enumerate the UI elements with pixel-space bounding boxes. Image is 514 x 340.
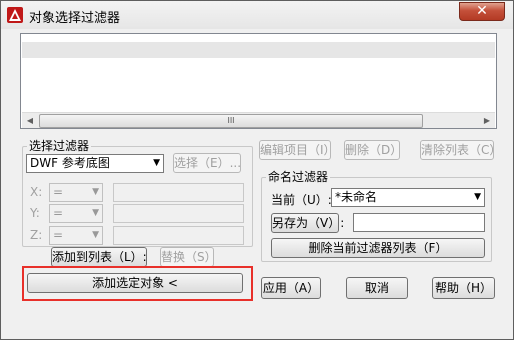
window-title: 对象选择过滤器	[29, 11, 121, 26]
y-operator-select[interactable]: = ▼	[49, 204, 103, 223]
chevron-down-icon: ▼	[92, 187, 99, 197]
x-value-field[interactable]	[113, 183, 244, 202]
close-button[interactable]: ✕	[459, 2, 505, 21]
list-item[interactable]	[22, 42, 495, 58]
chevron-down-icon: ▼	[92, 208, 99, 218]
y-label: Y:	[30, 206, 40, 220]
help-button[interactable]: 帮助（H）	[432, 277, 495, 299]
highlight-box	[22, 266, 253, 301]
y-value-field[interactable]	[113, 204, 244, 223]
filter-list[interactable]: ◀ III ▶	[20, 33, 497, 129]
delete-current-filter-list-button[interactable]: 删除当前过滤器列表（F）	[271, 238, 485, 258]
y-operator-value: =	[53, 206, 64, 220]
replace-button[interactable]: 替换（S）	[160, 247, 217, 267]
scroll-thumb[interactable]: III	[39, 114, 423, 128]
add-to-list-button[interactable]: 添加到列表（L）:	[51, 247, 147, 267]
current-filter-select[interactable]: *未命名 ▼	[331, 188, 485, 207]
object-selection-filter-dialog: 对象选择过滤器 ✕ ◀ III ▶ 选择过滤器 DWF 参考底图 ▼ 选择（E）…	[0, 0, 514, 340]
x-operator-value: =	[53, 185, 64, 199]
z-operator-select[interactable]: = ▼	[49, 226, 103, 245]
z-value-field[interactable]	[113, 226, 244, 245]
save-as-name-field[interactable]	[353, 213, 485, 232]
x-operator-select[interactable]: = ▼	[49, 183, 103, 202]
object-type-select[interactable]: DWF 参考底图 ▼	[26, 154, 164, 173]
horizontal-scrollbar[interactable]: ◀ III ▶	[22, 112, 495, 128]
chevron-down-icon: ▼	[92, 230, 99, 240]
apply-button[interactable]: 应用（A）	[261, 277, 321, 299]
chevron-down-icon: ▼	[153, 158, 160, 168]
select-filter-label: 选择过滤器	[27, 137, 92, 154]
scroll-right-icon[interactable]: ▶	[479, 113, 495, 129]
z-operator-value: =	[53, 228, 64, 242]
scroll-left-icon[interactable]: ◀	[22, 113, 38, 129]
z-label: Z:	[30, 228, 43, 242]
current-filter-value: *未命名	[335, 190, 378, 204]
object-type-value: DWF 参考底图	[30, 156, 110, 170]
edit-item-button[interactable]: 编辑项目（I）	[259, 140, 336, 160]
delete-button[interactable]: 删除（D）	[344, 140, 402, 160]
app-logo-icon	[7, 7, 23, 23]
select-button[interactable]: 选择（E）...	[173, 153, 241, 173]
current-label: 当前（U）:	[271, 193, 332, 207]
chevron-down-icon: ▼	[474, 192, 481, 202]
named-filter-label: 命名过滤器	[266, 168, 331, 185]
clear-list-button[interactable]: 清除列表（C）	[420, 140, 501, 160]
save-as-button[interactable]: 另存为（V）:	[271, 213, 344, 233]
cancel-button[interactable]: 取消	[346, 277, 408, 299]
x-label: X:	[30, 185, 43, 199]
title-bar: 对象选择过滤器 ✕	[1, 1, 513, 29]
